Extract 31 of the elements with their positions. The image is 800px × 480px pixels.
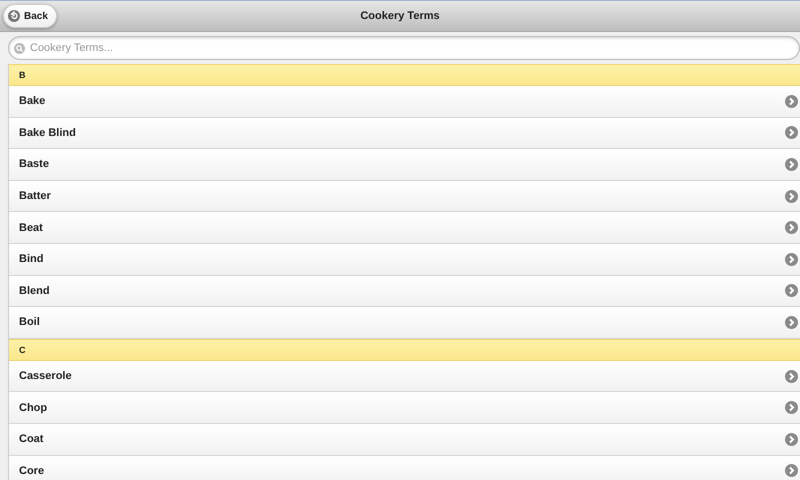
list-item[interactable]: Bake Blind — [9, 118, 800, 150]
chevron-right-icon — [785, 432, 798, 446]
chevron-right-icon — [785, 221, 798, 234]
list-item[interactable]: Core — [9, 456, 800, 480]
list-item[interactable]: Bake — [9, 86, 800, 118]
list-item[interactable]: Casserole — [9, 360, 800, 392]
chevron-right-icon — [785, 464, 798, 478]
chevron-right-icon — [785, 284, 798, 298]
chevron-right-icon — [785, 370, 798, 383]
chevron-right-icon — [785, 158, 798, 171]
back-button[interactable]: Back — [3, 4, 57, 28]
list-item[interactable]: Beat — [9, 212, 800, 244]
list-item[interactable]: Blend — [9, 276, 800, 308]
list-item[interactable]: Bind — [9, 244, 800, 276]
list-item[interactable]: Boil — [9, 307, 800, 339]
page-title: Cookery Terms — [360, 10, 440, 22]
chevron-right-icon — [785, 126, 798, 140]
section-header: C — [19, 344, 26, 355]
chevron-right-icon — [785, 316, 798, 329]
chevron-right-icon — [785, 252, 798, 266]
search-icon — [14, 43, 25, 54]
search-field[interactable]: Cookery Terms... — [8, 36, 800, 60]
list-item[interactable]: Coat — [9, 424, 800, 456]
list-item[interactable]: Chop — [9, 392, 800, 424]
chevron-right-icon — [785, 94, 798, 108]
section-header: B — [19, 70, 26, 80]
chevron-right-icon — [785, 190, 798, 203]
list-item[interactable]: Batter — [9, 180, 800, 212]
list-item[interactable]: Baste — [9, 149, 800, 181]
chevron-right-icon — [785, 401, 798, 414]
back-icon — [8, 10, 20, 22]
